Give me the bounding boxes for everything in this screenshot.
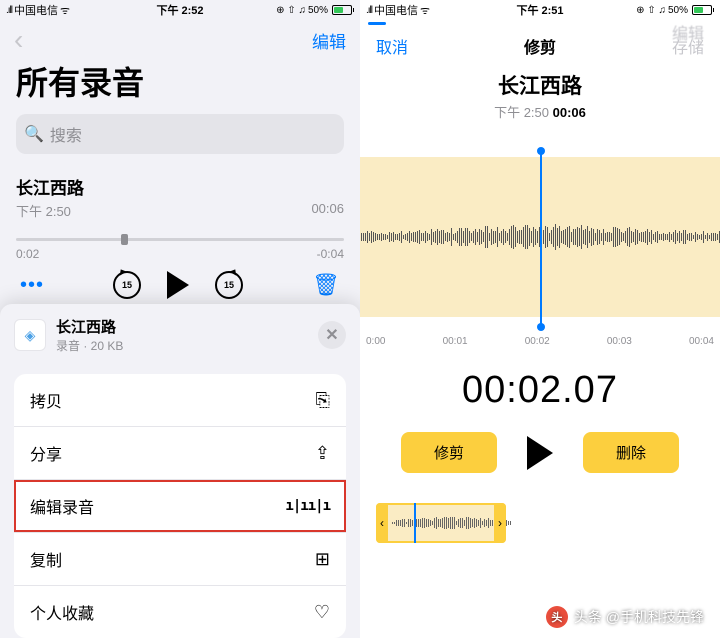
- menu-label: 分享: [30, 441, 62, 465]
- carrier-label: 中国电信: [14, 2, 58, 18]
- waveform-icon: ı|ıı|ı: [285, 498, 330, 514]
- play-button[interactable]: [527, 436, 553, 470]
- battery-percent: 50%: [668, 5, 688, 16]
- status-time: 下午 2:52: [156, 2, 203, 18]
- edit-button[interactable]: 编辑: [312, 28, 346, 53]
- trim-screen: .ıll 中国电信 ᯤ 下午 2:51 ⊕ ⇧ ♫ 50% 编辑 取消 修剪 存…: [360, 0, 720, 638]
- action-sheet: ◈ 长江西路 录音 · 20 KB ✕ 拷贝 ⎘ 分享 ⇪ 编辑录音 ı|ıı|…: [0, 304, 360, 638]
- heart-icon: ♡: [314, 602, 330, 623]
- menu-favorite[interactable]: 个人收藏 ♡: [14, 586, 346, 638]
- waveform-area[interactable]: 0:00 00:01 00:02 00:03 00:04: [360, 147, 720, 347]
- duplicate-icon: ⊞: [315, 549, 330, 570]
- ruler-tick: 00:02: [525, 336, 550, 347]
- scrub-remaining: -0:04: [317, 247, 344, 261]
- signal-icon: .ıll: [6, 5, 12, 16]
- recording-item[interactable]: 长江西路 下午 2:50 00:06 0:02 -0:04 ••• 15 15 …: [0, 164, 360, 309]
- trim-selection[interactable]: ‹ ›: [376, 503, 506, 543]
- wifi-icon: ᯤ: [420, 3, 430, 18]
- ruler-tick: 00:03: [607, 336, 632, 347]
- menu-label: 编辑录音: [30, 494, 94, 518]
- wifi-icon: ᯤ: [60, 3, 70, 18]
- status-icons: ⊕ ⇧ ♫: [636, 5, 666, 16]
- status-bar: .ıll 中国电信 ᯤ 下午 2:51 ⊕ ⇧ ♫ 50%: [360, 0, 720, 20]
- signal-icon: .ıll: [366, 5, 372, 16]
- back-indicator: [368, 22, 386, 25]
- watermark-logo: 头: [546, 606, 568, 628]
- current-time: 00:02.07: [360, 369, 720, 412]
- status-bar: .ıll 中国电信 ᯤ 下午 2:52 ⊕ ⇧ ♫ 50%: [0, 0, 360, 20]
- menu-label: 复制: [30, 547, 62, 571]
- close-button[interactable]: ✕: [318, 321, 346, 349]
- trim-nav: 取消 修剪 存储: [360, 20, 720, 64]
- more-button[interactable]: •••: [20, 274, 44, 297]
- sheet-title: 长江西路: [56, 316, 308, 337]
- sheet-subtitle: 录音 · 20 KB: [56, 337, 308, 354]
- status-icons: ⊕ ⇧ ♫: [276, 5, 306, 16]
- time-ruler: 0:00 00:01 00:02 00:03 00:04: [360, 336, 720, 347]
- skip-back-button[interactable]: 15: [113, 271, 141, 299]
- back-button[interactable]: ‹: [14, 24, 23, 56]
- ruler-tick: 0:00: [366, 336, 385, 347]
- skip-forward-button[interactable]: 15: [215, 271, 243, 299]
- search-input[interactable]: 🔍 搜索: [16, 114, 344, 154]
- trim-button[interactable]: 修剪: [401, 432, 497, 473]
- menu-edit-recording[interactable]: 编辑录音 ı|ıı|ı: [14, 480, 346, 533]
- recording-title: 长江西路: [16, 174, 344, 199]
- scrubber-knob[interactable]: [121, 234, 128, 245]
- watermark: 头 头条 @手机科技先锋: [546, 606, 704, 628]
- recording-name: 长江西路: [360, 70, 720, 100]
- trim-controls: 修剪 删除: [360, 432, 720, 473]
- sheet-thumbnail-icon: ◈: [14, 319, 46, 351]
- delete-button[interactable]: 删除: [583, 432, 679, 473]
- recording-time: 下午 2:50: [16, 201, 71, 220]
- dimmed-edit: 编辑: [672, 20, 704, 44]
- share-icon: ⇪: [315, 443, 330, 464]
- scrub-elapsed: 0:02: [16, 247, 39, 261]
- scrubber[interactable]: [16, 238, 344, 241]
- info-time: 下午 2:50 00:06: [494, 105, 586, 120]
- ruler-tick: 00:04: [689, 336, 714, 347]
- mini-playhead[interactable]: [414, 503, 416, 543]
- page-title: 所有录音: [0, 56, 360, 114]
- voice-memos-screen: .ıll 中国电信 ᯤ 下午 2:52 ⊕ ⇧ ♫ 50% ‹ 编辑 所有录音 …: [0, 0, 360, 638]
- search-icon: 🔍: [24, 124, 44, 144]
- status-time: 下午 2:51: [516, 2, 563, 18]
- trim-overview[interactable]: ‹ ›: [376, 503, 704, 543]
- recording-duration: 00:06: [311, 201, 344, 220]
- battery-percent: 50%: [308, 5, 328, 16]
- ruler-tick: 00:01: [443, 336, 468, 347]
- copy-icon: ⎘: [316, 390, 330, 411]
- menu-label: 个人收藏: [30, 600, 94, 624]
- battery-icon: [690, 5, 714, 15]
- trim-title: 修剪: [524, 34, 556, 58]
- playhead[interactable]: [540, 151, 542, 327]
- nav-header: ‹ 编辑: [0, 20, 360, 56]
- menu-list: 拷贝 ⎘ 分享 ⇪ 编辑录音 ı|ıı|ı 复制 ⊞ 个人收藏 ♡: [14, 374, 346, 638]
- menu-label: 拷贝: [30, 388, 62, 412]
- play-button[interactable]: [167, 271, 189, 299]
- trim-handle-left[interactable]: ‹: [376, 503, 388, 543]
- battery-icon: [330, 5, 354, 15]
- carrier-label: 中国电信: [374, 2, 418, 18]
- search-placeholder: 搜索: [50, 122, 82, 146]
- menu-copy[interactable]: 拷贝 ⎘: [14, 374, 346, 427]
- menu-share[interactable]: 分享 ⇪: [14, 427, 346, 480]
- recording-info: 长江西路 下午 2:50 00:06: [360, 70, 720, 121]
- delete-button[interactable]: 🗑: [312, 272, 340, 298]
- menu-duplicate[interactable]: 复制 ⊞: [14, 533, 346, 586]
- trim-handle-right[interactable]: ›: [494, 503, 506, 543]
- cancel-button[interactable]: 取消: [376, 34, 408, 58]
